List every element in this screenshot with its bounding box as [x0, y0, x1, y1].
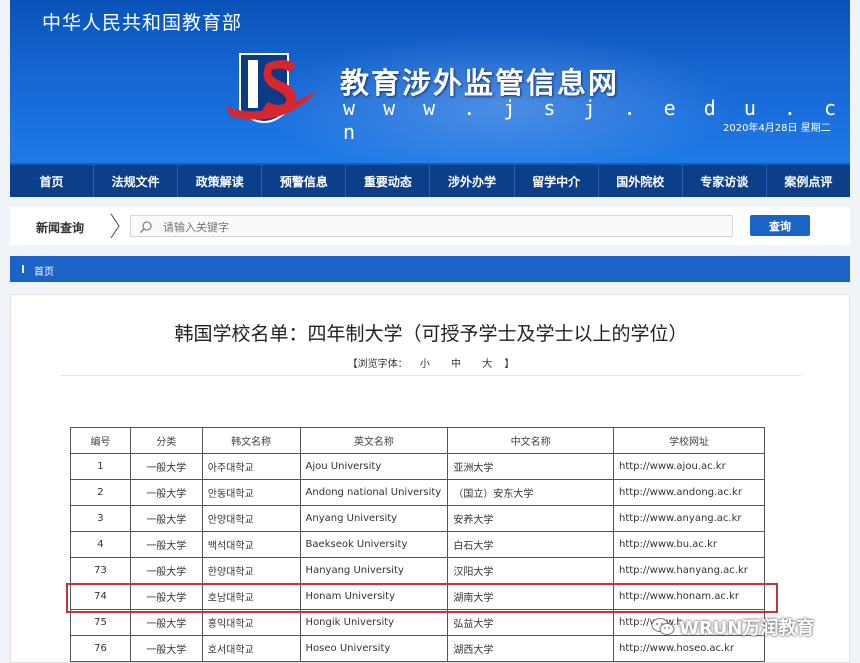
table-row: 3 一般大学 안양대학교 Anyang University 安养大学 http…: [70, 505, 765, 532]
news-search-bar: 新闻查询 查询: [10, 207, 850, 245]
nav-item-news[interactable]: 重要动态: [346, 165, 431, 197]
cell-english-name: Anyang University: [299, 505, 449, 532]
cell-korean-name: 한양대학교: [201, 557, 301, 584]
cell-chinese-name: （国立）安东大学: [447, 479, 614, 506]
header-number: 编号: [70, 427, 131, 454]
cell-number: 3: [70, 505, 131, 532]
font-size-selector: 【浏览字体： 小 中 大 】: [11, 355, 851, 370]
cell-website-link[interactable]: http://www.ajou.ac.kr: [613, 453, 765, 480]
table-row: 4 一般大学 백석대학교 Baekseok University 白石大学 ht…: [70, 531, 765, 558]
cell-korean-name: 안동대학교: [201, 479, 301, 506]
cell-number: 73: [70, 557, 131, 584]
cell-english-name: Hongik University: [299, 609, 449, 636]
wechat-icon: [651, 618, 675, 635]
cell-category: 一般大学: [129, 479, 203, 506]
cell-category: 一般大学: [129, 453, 203, 480]
cell-chinese-name: 湖西大学: [447, 635, 614, 662]
nav-item-foreign-schools-cooperation[interactable]: 涉外办学: [430, 165, 515, 197]
nav-item-warnings[interactable]: 预警信息: [262, 165, 347, 197]
header-chinese-name: 中文名称: [447, 427, 614, 454]
site-logo-icon[interactable]: [222, 50, 327, 138]
cell-english-name: Andong national University: [299, 479, 449, 506]
table-row: 2 一般大学 안동대학교 Andong national University …: [70, 479, 765, 506]
title-divider: [61, 375, 801, 376]
cell-english-name: Hoseo University: [299, 635, 449, 662]
nav-item-interviews[interactable]: 专家访谈: [683, 165, 767, 197]
cell-number: 1: [70, 453, 131, 480]
current-date: 2020年4月28日 星期二: [723, 123, 831, 134]
header-website: 学校网址: [613, 427, 765, 454]
cell-website-link[interactable]: http://www.hanyang.ac.kr: [613, 557, 765, 584]
nav-item-foreign-institutions[interactable]: 国外院校: [599, 165, 683, 197]
cell-category: 一般大学: [129, 531, 203, 558]
table-row: 73 一般大学 한양대학교 Hanyang University 汉阳大学 ht…: [70, 557, 765, 584]
cell-chinese-name: 弘益大学: [447, 609, 614, 636]
font-size-label: 【浏览字体：: [347, 359, 408, 370]
main-nav: 首页 法规文件 政策解读 预警信息 重要动态 涉外办学 留学中介 国外院校 专家…: [10, 163, 850, 197]
header-korean-name: 韩文名称: [201, 427, 301, 454]
nav-item-home[interactable]: 首页: [10, 165, 95, 197]
cell-number: 75: [70, 609, 131, 636]
cell-number: 76: [70, 635, 131, 662]
search-button[interactable]: 查询: [750, 215, 810, 236]
cell-chinese-name: 亚洲大学: [447, 453, 614, 480]
cell-category: 一般大学: [129, 635, 203, 662]
watermark-text: WRUN万润教育: [679, 618, 815, 639]
cell-chinese-name: 汉阳大学: [447, 557, 614, 584]
cell-korean-name: 아주대학교: [201, 453, 301, 480]
watermark: WRUN万润教育: [651, 616, 815, 639]
cell-chinese-name: 安养大学: [447, 505, 614, 532]
cell-chinese-name: 白石大学: [447, 531, 614, 558]
cell-category: 一般大学: [129, 557, 203, 584]
cell-english-name: Ajou University: [299, 453, 449, 480]
cell-english-name: Baekseok University: [299, 531, 449, 558]
font-size-small-link[interactable]: 小: [420, 359, 430, 370]
breadcrumb-marker: [22, 265, 24, 273]
search-input[interactable]: [163, 218, 723, 236]
cell-category: 一般大学: [129, 505, 203, 532]
table-row: 1 一般大学 아주대학교 Ajou University 亚洲大学 http:/…: [70, 453, 765, 480]
table-row: 76 一般大学 호서대학교 Hoseo University 湖西大学 http…: [70, 635, 765, 662]
table-header-row: 编号 分类 韩文名称 英文名称 中文名称 学校网址: [70, 427, 765, 454]
cell-korean-name: 호서대학교: [201, 635, 301, 662]
cell-website-link[interactable]: http://www.anyang.ac.kr: [613, 505, 765, 532]
breadcrumb-home-link[interactable]: 首页: [34, 263, 54, 278]
header-english-name: 英文名称: [299, 427, 449, 454]
nav-item-cases[interactable]: 案例点评: [767, 165, 850, 197]
search-icon: [139, 221, 152, 234]
cell-number: 2: [70, 479, 131, 506]
highlight-annotation-box: [66, 583, 778, 613]
article-content: 韩国学校名单：四年制大学（可授予学士及学士以上的学位） 【浏览字体： 小 中 大…: [10, 294, 850, 663]
breadcrumb: 首页: [10, 256, 850, 282]
ministry-name[interactable]: 中华人民共和国教育部: [42, 8, 242, 35]
cell-korean-name: 백석대학교: [201, 531, 301, 558]
cell-korean-name: 안양대학교: [201, 505, 301, 532]
nav-item-regulations[interactable]: 法规文件: [94, 165, 179, 197]
cell-website-link[interactable]: http://www.bu.ac.kr: [613, 531, 765, 558]
font-size-medium-link[interactable]: 中: [451, 359, 461, 370]
cell-korean-name: 홍익대학교: [201, 609, 301, 636]
nav-item-agencies[interactable]: 留学中介: [515, 165, 599, 197]
header-category: 分类: [129, 427, 203, 454]
cell-category: 一般大学: [129, 609, 203, 636]
font-size-large-link[interactable]: 大: [482, 359, 492, 370]
chevron-right-icon: [110, 213, 120, 239]
search-box: [130, 215, 733, 237]
search-label: 新闻查询: [36, 221, 85, 235]
font-size-close: 】: [504, 359, 515, 370]
nav-item-policy[interactable]: 政策解读: [178, 165, 263, 197]
page-title: 韩国学校名单：四年制大学（可授予学士及学士以上的学位）: [174, 323, 688, 345]
cell-english-name: Hanyang University: [299, 557, 449, 584]
cell-number: 4: [70, 531, 131, 558]
cell-website-link[interactable]: http://www.andong.ac.kr: [613, 479, 765, 506]
site-header: 中华人民共和国教育部 教育涉外监管信息网 w w w . j s j . e d…: [10, 0, 850, 163]
